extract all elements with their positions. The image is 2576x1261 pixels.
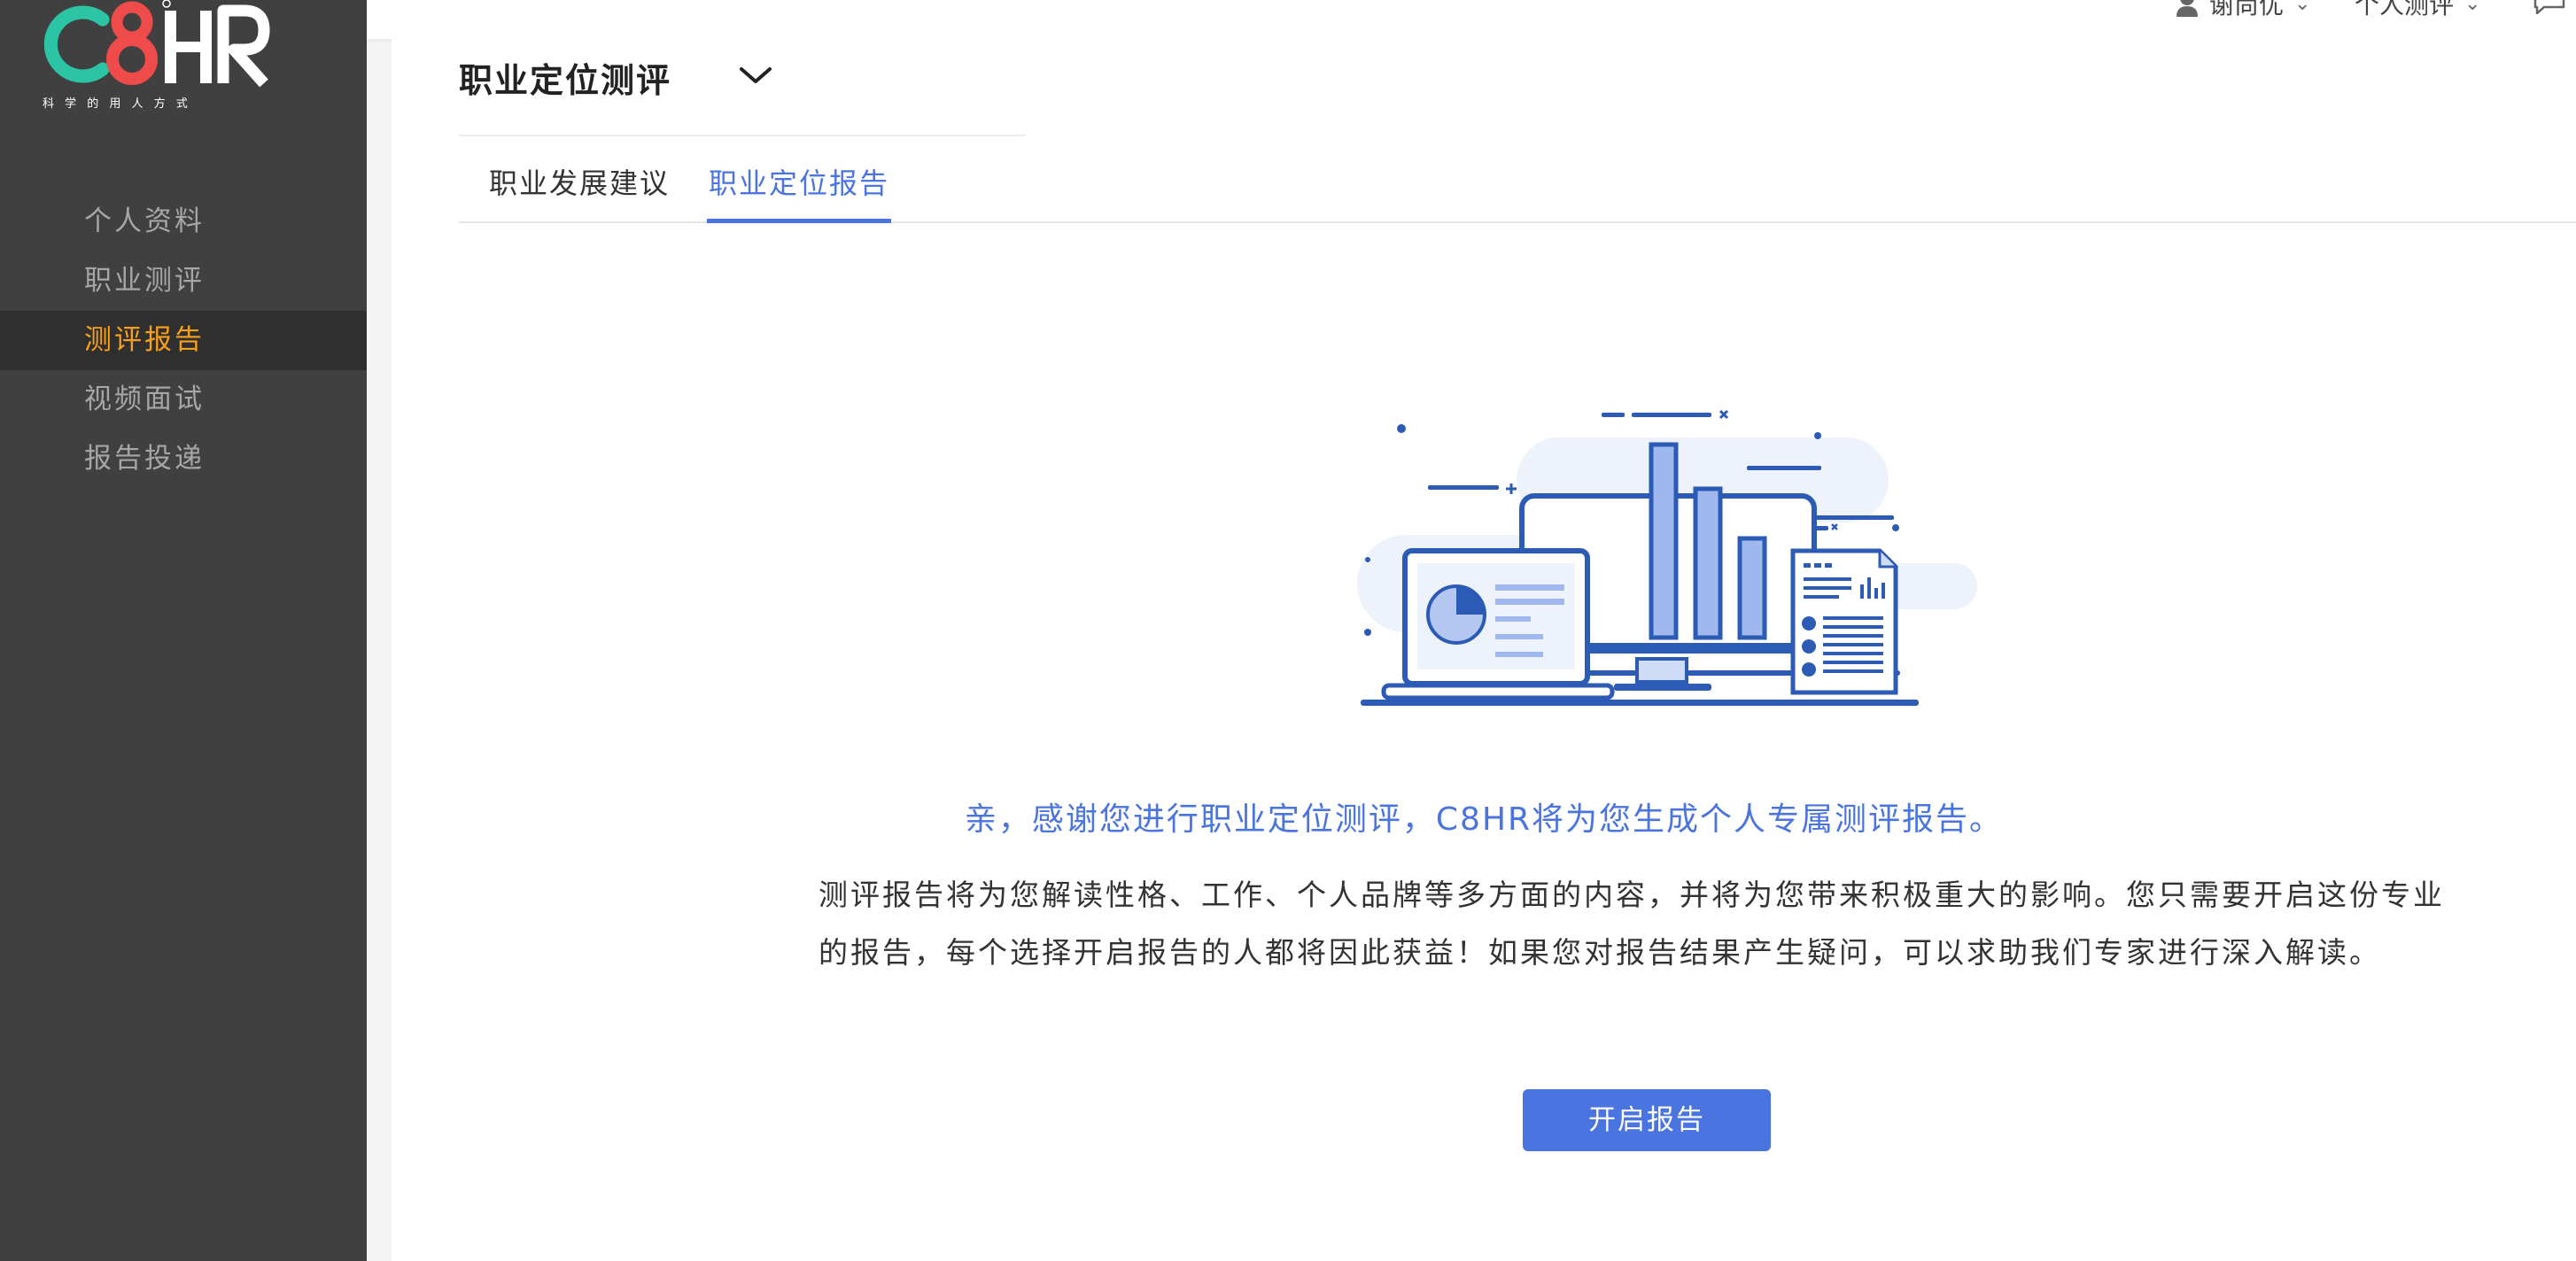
chevron-down-icon: ⌄	[2294, 0, 2311, 15]
c8hr-logo[interactable]: 科 学 的 用 人 方 式	[32, 0, 298, 115]
report-illustration	[1357, 409, 1977, 706]
sidebar-item-assessment-report[interactable]: 测评报告	[0, 311, 367, 370]
assessment-menu[interactable]: 个人测评 ⌄	[2355, 0, 2480, 21]
chevron-down-icon: ⌄	[2464, 0, 2481, 15]
tab-bar: 职业发展建议 职业定位报告	[459, 136, 2576, 223]
tab-career-development[interactable]: 职业发展建议	[489, 161, 670, 223]
sidebar-item-report-delivery[interactable]: 报告投递	[0, 429, 367, 489]
page-title: 职业定位测评	[459, 61, 672, 100]
tab-career-positioning-report[interactable]: 职业定位报告	[706, 161, 892, 223]
user-name: 谢尚优	[2209, 0, 2285, 19]
sidebar-nav: 个人资料 职业测评 测评报告 视频面试 报告投递	[0, 192, 367, 489]
open-report-button[interactable]: 开启报告	[1523, 1089, 1771, 1151]
sidebar-item-profile[interactable]: 个人资料	[0, 192, 367, 251]
user-icon	[2176, 0, 2198, 17]
page-header: 职业定位测评	[459, 48, 1026, 136]
report-headline: 亲，感谢您进行职业定位测评，C8HR将为您生成个人专属测评报告。	[964, 801, 2004, 838]
chevron-down-icon[interactable]	[738, 62, 773, 89]
message-icon[interactable]	[2532, 0, 2567, 14]
main-content: 职业定位测评 职业发展建议 职业定位报告 亲，感谢您进行职业定位测评，C8HR将…	[392, 39, 2576, 1261]
sidebar-item-video-interview[interactable]: 视频面试	[0, 370, 367, 429]
sidebar-item-career-assessment[interactable]: 职业测评	[0, 251, 367, 311]
user-menu[interactable]: 谢尚优 ⌄	[2176, 0, 2310, 21]
report-description: 测评报告将为您解读性格、工作、个人品牌等多方面的内容，并将为您带来积极重大的影响…	[819, 878, 2445, 970]
sidebar: 科 学 的 用 人 方 式 个人资料 职业测评 测评报告 视频面试 报告投递	[0, 0, 367, 1261]
top-bar: 谢尚优 ⌄ 个人测评 ⌄	[367, 0, 2576, 39]
logo-tagline: 科 学 的 用 人 方 式	[43, 97, 191, 111]
assessment-menu-label: 个人测评	[2355, 0, 2455, 19]
